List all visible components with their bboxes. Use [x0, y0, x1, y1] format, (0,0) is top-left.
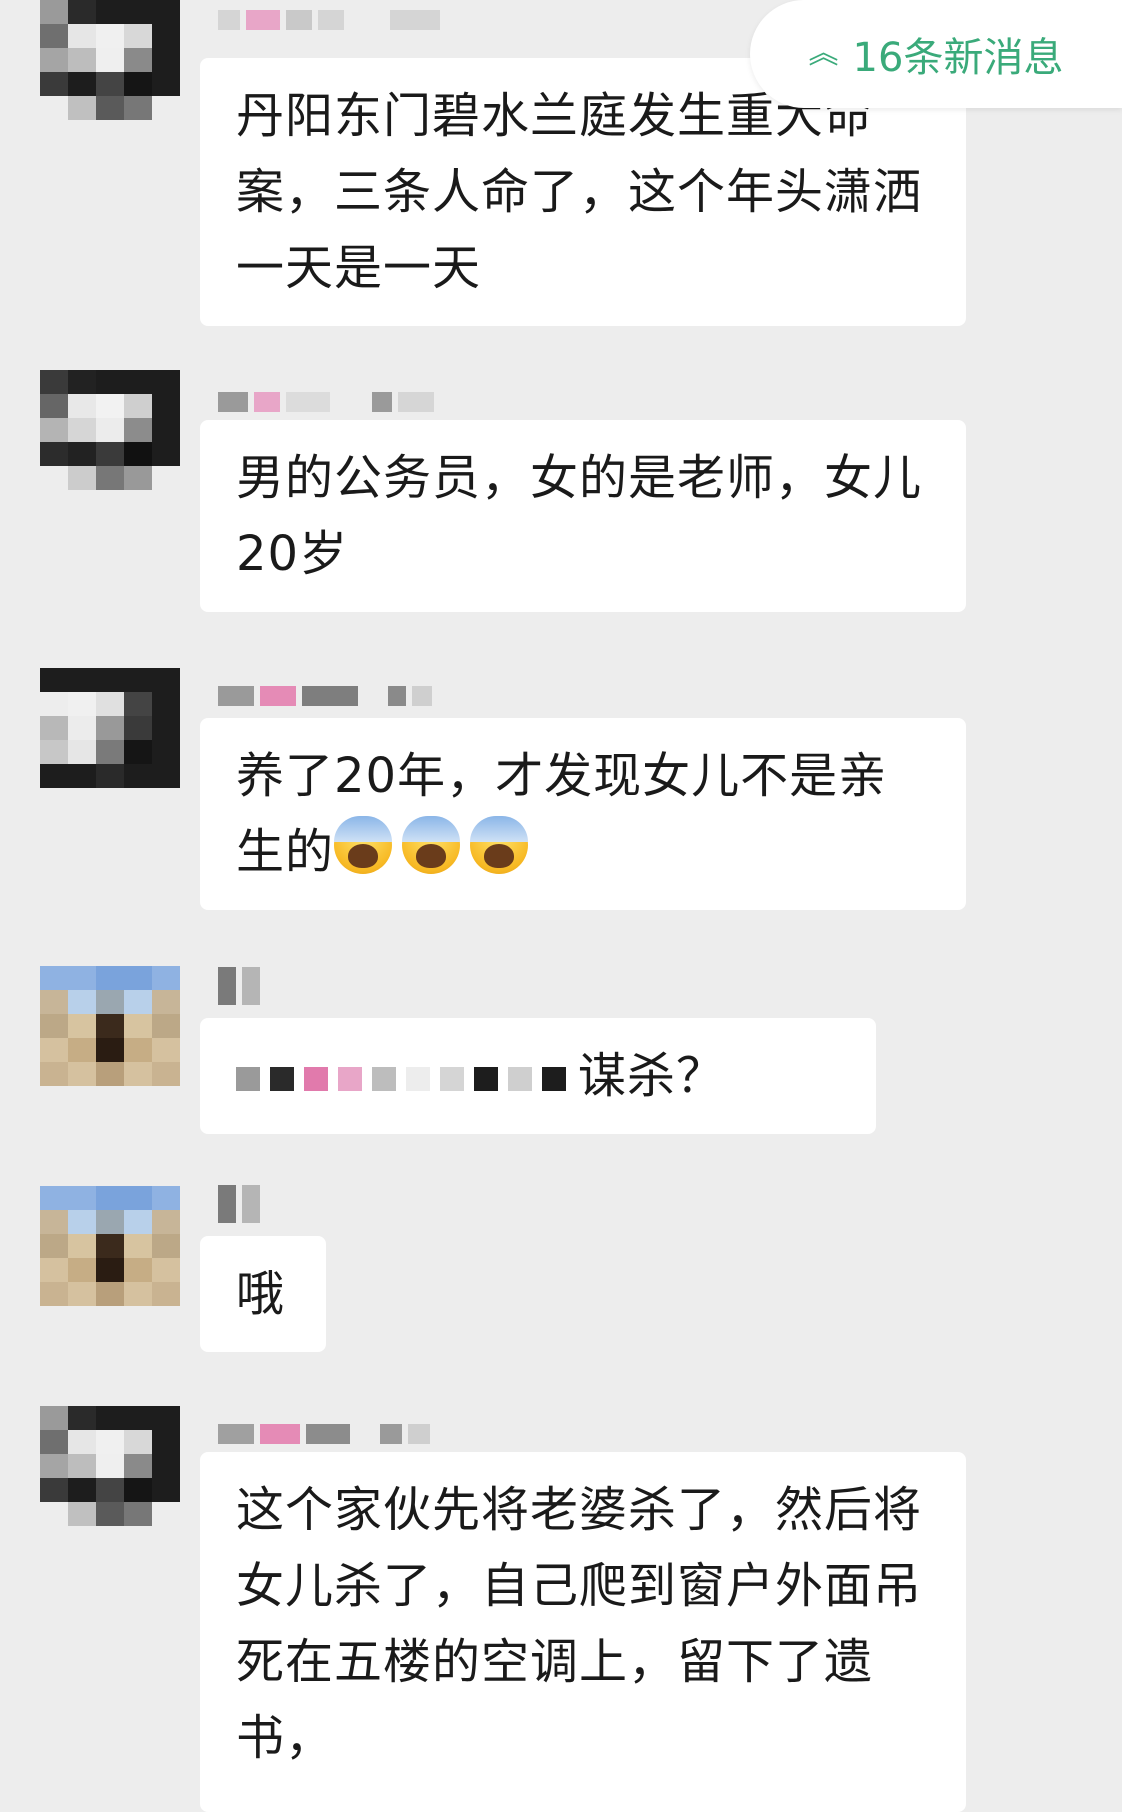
new-messages-badge[interactable]: ︽ 16条新消息	[750, 0, 1122, 108]
double-chevron-up-icon: ︽	[808, 36, 839, 71]
avatar[interactable]	[40, 1186, 180, 1306]
sender-name-redacted	[218, 967, 260, 1005]
new-messages-label: 16条新消息	[852, 35, 1064, 81]
avatar[interactable]	[40, 1406, 180, 1526]
avatar[interactable]	[40, 966, 180, 1086]
message-text: 哦	[236, 1266, 286, 1322]
message-bubble: 谋杀？	[200, 1018, 876, 1134]
screaming-face-emoji-icon	[470, 816, 529, 874]
screaming-face-emoji-icon	[402, 816, 461, 874]
message-text: 男的公务员，女的是老师，女儿20岁	[236, 450, 923, 582]
message-bubble: 养了20年，才发现女儿不是亲生的	[200, 718, 966, 910]
message-bubble: 哦	[200, 1236, 326, 1352]
avatar[interactable]	[40, 370, 180, 490]
sender-name-redacted	[218, 1185, 260, 1223]
message-bubble: 男的公务员，女的是老师，女儿20岁	[200, 420, 966, 612]
message-text: 丹阳东门碧水兰庭发生重大命案，三条人命了，这个年头潇洒一天是一天	[236, 88, 923, 296]
message-text: 谋杀？	[578, 1048, 726, 1104]
sender-name-redacted	[218, 388, 434, 416]
avatar[interactable]	[40, 668, 180, 788]
avatar[interactable]	[40, 0, 180, 120]
sender-name-redacted	[218, 1420, 430, 1448]
message-bubble: 这个家伙先将老婆杀了，然后将女儿杀了，自己爬到窗户外面吊死在五楼的空调上，留下了…	[200, 1452, 966, 1812]
chat-window: 丹阳东门碧水兰庭发生重大命案，三条人命了，这个年头潇洒一天是一天 男的公务员，女…	[0, 0, 1122, 1812]
message-text: 这个家伙先将老婆杀了，然后将女儿杀了，自己爬到窗户外面吊死在五楼的空调上，留下了…	[236, 1482, 923, 1766]
sender-name-redacted	[218, 6, 440, 34]
redacted-text	[236, 1067, 566, 1091]
message-text: 养了20年，才发现女儿不是亲生的	[236, 748, 888, 880]
sender-name-redacted	[218, 682, 432, 710]
screaming-face-emoji-icon	[334, 816, 393, 874]
